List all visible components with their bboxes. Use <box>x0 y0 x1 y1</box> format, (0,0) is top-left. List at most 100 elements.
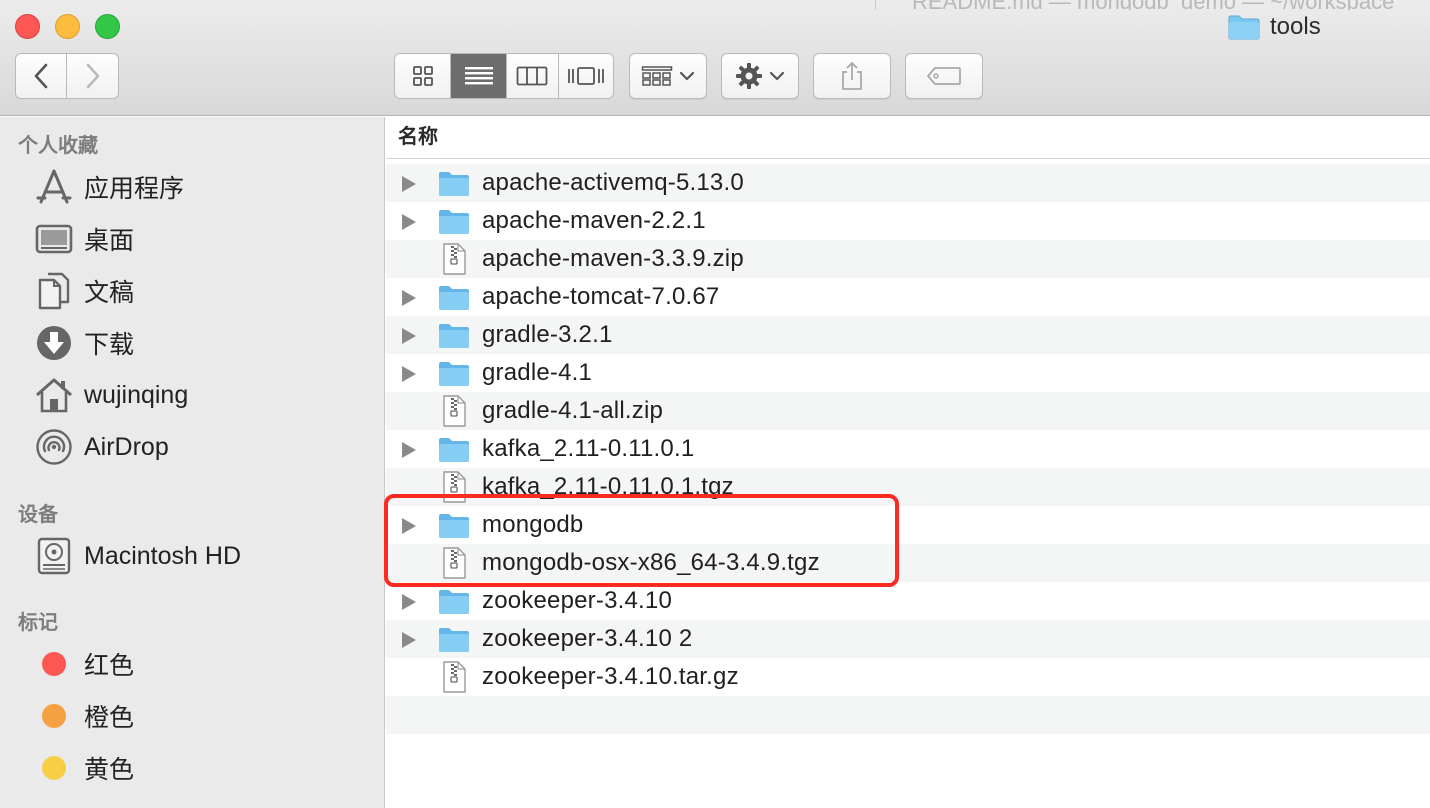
close-window-button[interactable] <box>15 14 40 39</box>
back-button[interactable] <box>16 54 68 98</box>
sidebar-item-label: 红色 <box>84 652 135 680</box>
sidebar-item-tag-red[interactable]: 红色 <box>34 644 134 684</box>
disclosure-triangle-icon[interactable] <box>402 176 416 192</box>
disclosure-triangle-icon[interactable] <box>402 366 416 382</box>
zoom-window-button[interactable] <box>95 14 120 39</box>
file-name: apache-maven-3.3.9.zip <box>482 245 744 272</box>
folder-icon <box>438 167 470 199</box>
folder-row[interactable]: zookeeper-3.4.10 2 <box>386 620 1430 658</box>
applications-icon <box>34 167 74 207</box>
column-view-button[interactable] <box>507 54 559 98</box>
list-view-button[interactable] <box>451 54 507 98</box>
folder-row[interactable]: zookeeper-3.4.10 <box>386 582 1430 620</box>
sidebar-item-home[interactable]: wujinqing <box>34 375 188 415</box>
file-name: apache-tomcat-7.0.67 <box>482 283 720 310</box>
downloads-icon <box>34 323 74 363</box>
chevron-right-icon <box>86 63 99 89</box>
folder-icon <box>1228 15 1260 40</box>
sidebar-section-devices: 设备 <box>18 504 58 526</box>
arrange-grid-icon <box>641 66 673 86</box>
forward-button[interactable] <box>67 54 118 98</box>
sidebar-item-applications[interactable]: 应用程序 <box>34 167 184 207</box>
airdrop-icon <box>34 427 74 467</box>
file-list: 名称 apache-activemq-5.13.0 apache-maven-2.… <box>386 117 1430 808</box>
archive-file-icon <box>438 661 470 693</box>
share-icon <box>842 61 862 90</box>
file-name: zookeeper-3.4.10.tar.gz <box>482 663 739 690</box>
highlight-box <box>384 494 899 587</box>
folder-row[interactable]: kafka_2.11-0.11.0.1 <box>386 430 1430 468</box>
grid-icon <box>412 66 433 86</box>
sidebar-item-documents[interactable]: 文稿 <box>34 271 134 311</box>
empty-row <box>386 696 1430 734</box>
chevron-down-icon <box>679 71 695 81</box>
sidebar-item-tag-yellow[interactable]: 黄色 <box>34 748 134 788</box>
title-bar: README.md — mongodb_demo — ~/workspace t… <box>0 0 1430 116</box>
folder-row[interactable]: apache-tomcat-7.0.67 <box>386 278 1430 316</box>
disclosure-triangle-icon[interactable] <box>402 442 416 458</box>
file-name: apache-activemq-5.13.0 <box>482 169 744 196</box>
tag-icon <box>927 67 961 85</box>
tag-dot-icon <box>34 644 74 684</box>
folder-row[interactable]: gradle-3.2.1 <box>386 316 1430 354</box>
disclosure-triangle-icon[interactable] <box>402 594 416 610</box>
sidebar-item-airdrop[interactable]: AirDrop <box>34 427 169 467</box>
action-button[interactable] <box>721 53 799 99</box>
folder-icon <box>438 205 470 237</box>
sidebar-item-desktop[interactable]: 桌面 <box>34 219 134 259</box>
cover-flow-icon <box>567 67 604 85</box>
sidebar-section-tags: 标记 <box>18 612 58 634</box>
share-button[interactable] <box>813 53 891 99</box>
file-row[interactable]: apache-maven-3.3.9.zip <box>386 240 1430 278</box>
cover-flow-view-button[interactable] <box>559 54 613 98</box>
archive-file-icon <box>438 395 470 427</box>
file-name: apache-maven-2.2.1 <box>482 207 706 234</box>
sidebar: 个人收藏 应用程序 桌面 文稿 下载 wujinqing AirDrop 设备 … <box>0 117 385 808</box>
sidebar-item-label: Macintosh HD <box>84 541 241 570</box>
file-name: zookeeper-3.4.10 2 <box>482 625 693 652</box>
column-header-name[interactable]: 名称 <box>386 117 1430 159</box>
empty-row <box>386 734 1430 772</box>
tag-dot-icon <box>34 696 74 736</box>
sidebar-item-label: 橙色 <box>84 704 135 732</box>
chevron-down-icon <box>769 71 785 81</box>
sidebar-item-label: 下载 <box>84 331 135 359</box>
sidebar-item-downloads[interactable]: 下载 <box>34 323 134 363</box>
file-name: gradle-4.1 <box>482 359 593 386</box>
folder-row[interactable]: gradle-4.1 <box>386 354 1430 392</box>
file-row[interactable]: zookeeper-3.4.10.tar.gz <box>386 658 1430 696</box>
file-name: zookeeper-3.4.10 <box>482 587 672 614</box>
list-icon <box>464 67 493 85</box>
disclosure-triangle-icon[interactable] <box>402 632 416 648</box>
sidebar-section-favorites: 个人收藏 <box>18 135 98 157</box>
sidebar-item-label: 黄色 <box>84 756 135 784</box>
sidebar-item-label: 桌面 <box>84 227 135 255</box>
icon-view-button[interactable] <box>395 54 452 98</box>
folder-icon <box>438 357 470 389</box>
disclosure-triangle-icon[interactable] <box>402 328 416 344</box>
file-name: gradle-4.1-all.zip <box>482 397 664 424</box>
tags-button[interactable] <box>905 53 983 99</box>
file-row[interactable]: gradle-4.1-all.zip <box>386 392 1430 430</box>
documents-icon <box>34 271 74 311</box>
sidebar-item-macintosh-hd[interactable]: Macintosh HD <box>34 536 241 576</box>
file-name: kafka_2.11-0.11.0.1 <box>482 435 695 462</box>
folder-row[interactable]: apache-maven-2.2.1 <box>386 202 1430 240</box>
folder-icon <box>438 319 470 351</box>
arrange-button[interactable] <box>629 53 707 99</box>
desktop-icon <box>34 219 74 259</box>
disclosure-triangle-icon[interactable] <box>402 290 416 306</box>
sidebar-item-label: 文稿 <box>84 279 135 307</box>
sidebar-item-label: 应用程序 <box>84 175 185 203</box>
minimize-window-button[interactable] <box>55 14 80 39</box>
nav-buttons <box>15 53 119 99</box>
view-switcher <box>394 53 614 99</box>
gear-icon <box>736 63 762 89</box>
sidebar-item-tag-orange[interactable]: 橙色 <box>34 696 134 736</box>
folder-row[interactable]: apache-activemq-5.13.0 <box>386 164 1430 202</box>
window-title-text: tools <box>1270 13 1321 40</box>
home-icon <box>34 375 74 415</box>
columns-icon <box>516 66 548 86</box>
window-title: tools <box>1228 11 1321 43</box>
disclosure-triangle-icon[interactable] <box>402 214 416 230</box>
